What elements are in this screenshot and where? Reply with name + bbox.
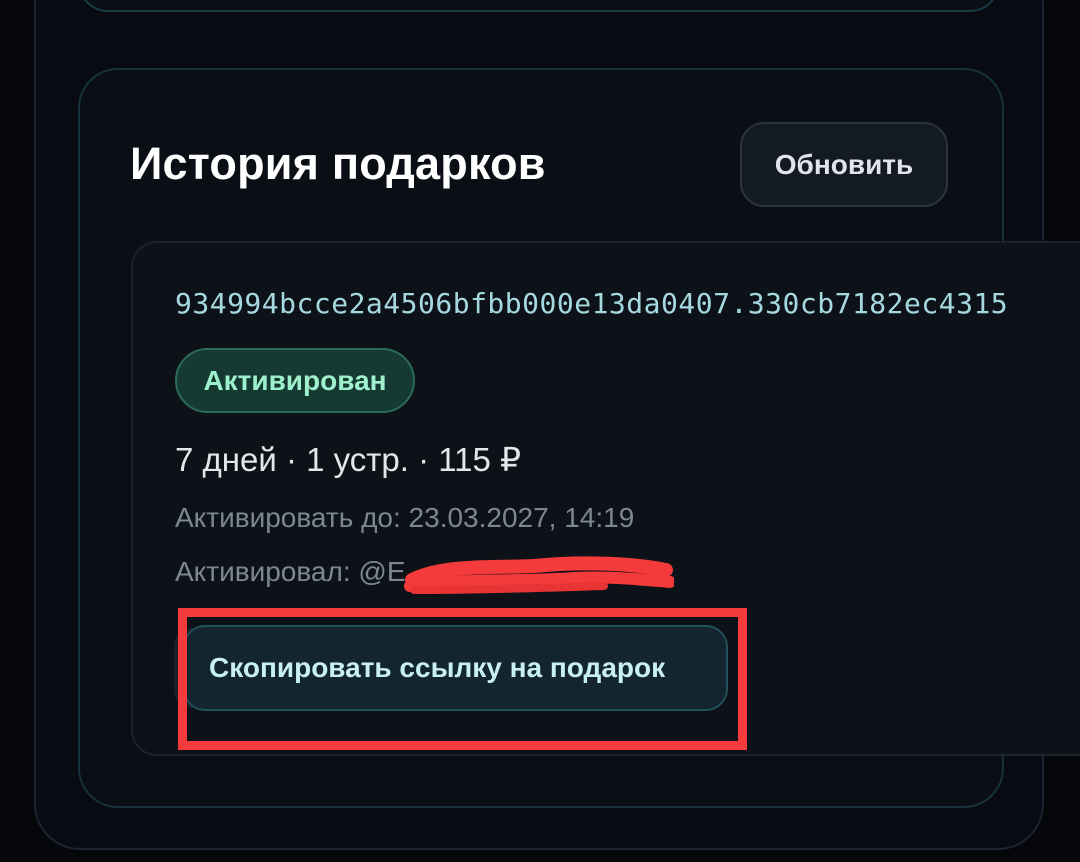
gift-activated-by: Активировал: @E bbox=[175, 556, 406, 587]
gift-summary: 7 дней · 1 устр. · 115 ₽ bbox=[175, 441, 522, 478]
gift-expire-date: Активировать до: 23.03.2027, 14:19 bbox=[175, 502, 635, 533]
previous-card bbox=[78, 0, 1000, 12]
redaction-scribble-icon bbox=[404, 556, 674, 594]
copy-gift-link-button[interactable]: Скопировать ссылку на подарок bbox=[183, 625, 728, 711]
status-badge: Активирован bbox=[175, 348, 415, 413]
screen: История подарков Обновить 934994bcce2a45… bbox=[0, 0, 1080, 862]
gift-code: 934994bcce2a4506bfbb000e13da0407.330cb71… bbox=[175, 287, 1009, 320]
refresh-button[interactable]: Обновить bbox=[740, 122, 948, 207]
gift-history-title: История подарков bbox=[130, 138, 546, 189]
